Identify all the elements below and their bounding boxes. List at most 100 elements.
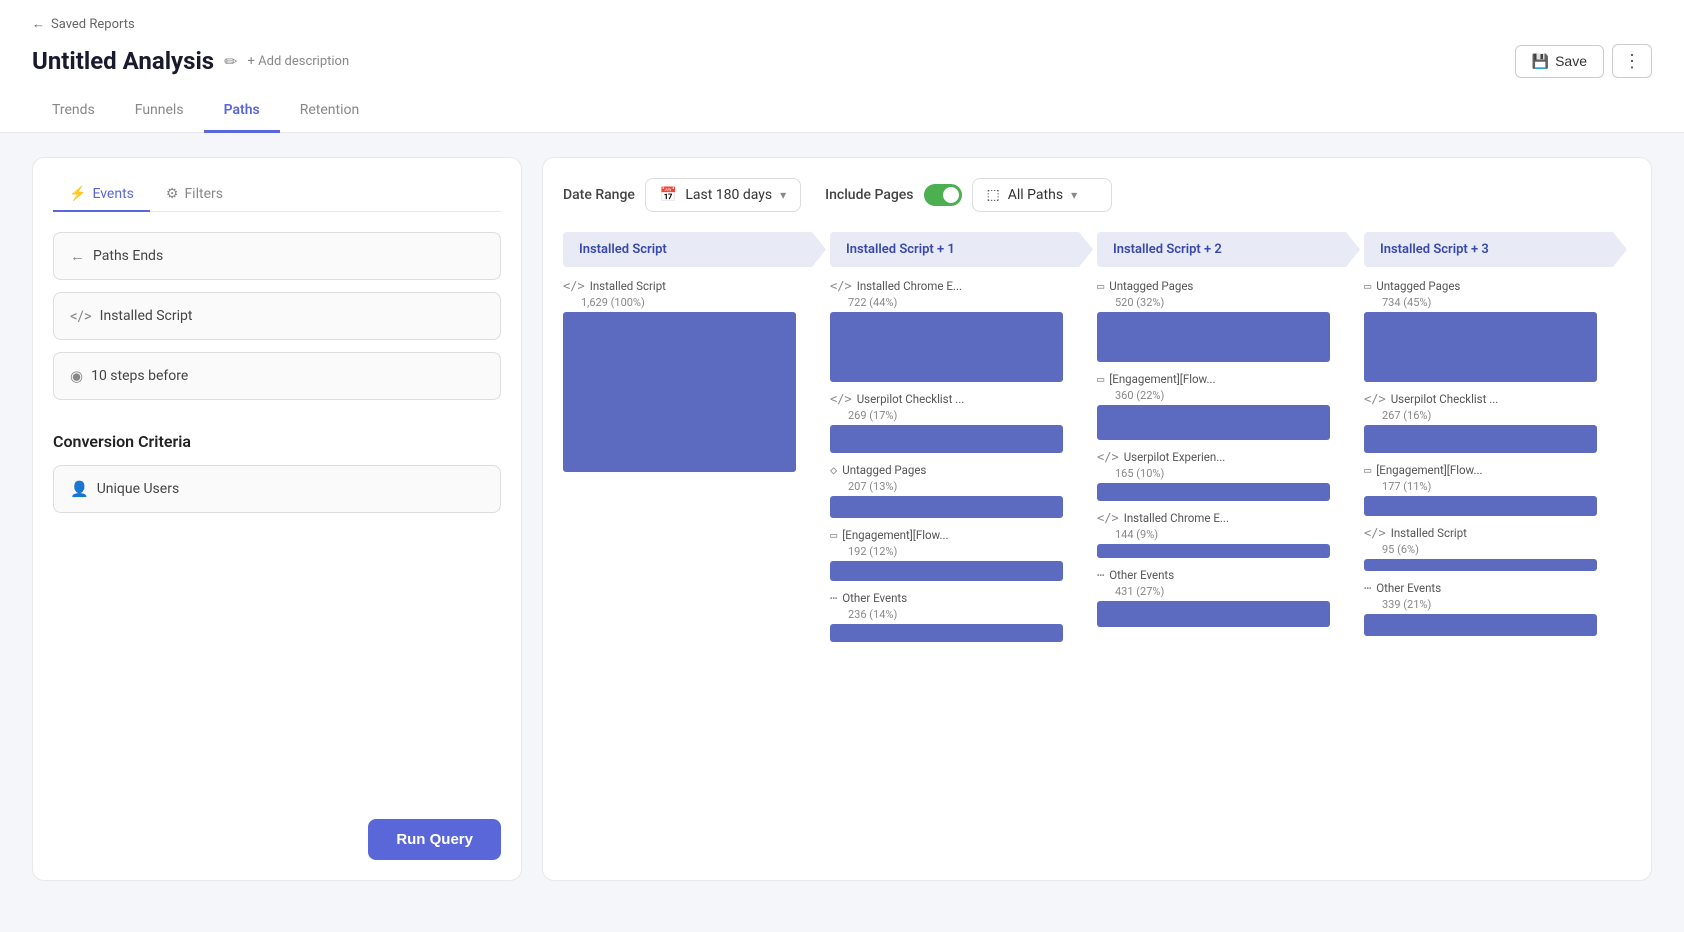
title-row: Untitled Analysis ✏ + Add description 💾 … (32, 36, 1652, 90)
all-paths-dropdown[interactable]: ⬚ All Paths ▾ (972, 178, 1112, 212)
back-link[interactable]: ← Saved Reports (32, 0, 1652, 36)
tab-retention[interactable]: Retention (280, 90, 380, 133)
node-stats-1-0: 722 (44%) (830, 296, 1089, 309)
node-bar-2-4 (1097, 601, 1330, 627)
node-icon-2-1: ▭ (1097, 372, 1104, 386)
run-btn-row: Run Query (53, 799, 501, 860)
paths-chevron-icon: ▾ (1071, 188, 1077, 202)
tab-funnels[interactable]: Funnels (115, 90, 204, 133)
top-bar: ← Saved Reports Untitled Analysis ✏ + Ad… (0, 0, 1684, 133)
steps-label: 10 steps before (91, 368, 188, 384)
node-bar-3-2 (1364, 496, 1597, 516)
paths-ends-icon: ← (70, 247, 85, 265)
installed-script-label: Installed Script (100, 308, 193, 324)
node-label-2-4: Other Events (1109, 568, 1174, 582)
node-stats-1-4: 236 (14%) (830, 608, 1089, 621)
node-entry-3-2: ▭[Engagement][Flow...177 (11%) (1364, 463, 1631, 516)
col-header-2: Installed Script + 2 (1097, 232, 1360, 267)
node-label-1-4: Other Events (842, 591, 907, 605)
save-button[interactable]: 💾 Save (1515, 45, 1604, 78)
title-left: Untitled Analysis ✏ + Add description (32, 47, 349, 75)
node-entry-1-2: ◇ Untagged Pages 207 (13%) (830, 463, 1097, 518)
right-panel: Date Range 📅 Last 180 days ▾ Include Pag… (542, 157, 1652, 881)
node-label-2-3: Installed Chrome E... (1124, 511, 1229, 525)
node-entry-3-1: </>Userpilot Checklist ...267 (16%) (1364, 392, 1631, 453)
node-stats-1-1: 269 (17%) (830, 409, 1089, 422)
node-label-3-3: Installed Script (1391, 526, 1467, 540)
node-stats-1-2: 207 (13%) (830, 480, 1089, 493)
node-bar-0-0 (563, 312, 796, 472)
node-icon-1-2: ◇ (830, 463, 837, 477)
more-options-button[interactable]: ⋮ (1612, 44, 1652, 78)
node-label-2-0: Untagged Pages (1109, 279, 1193, 293)
include-pages-group: Include Pages ⬚ All Paths ▾ (825, 178, 1111, 212)
edit-icon[interactable]: ✏ (224, 52, 237, 71)
node-bar-1-2 (830, 496, 1063, 518)
node-entry-1-1: </>Userpilot Checklist ...269 (17%) (830, 392, 1097, 453)
node-label-2-1: [Engagement][Flow... (1109, 372, 1215, 386)
node-stats-3-1: 267 (16%) (1364, 409, 1623, 422)
unique-users-label: Unique Users (97, 481, 179, 497)
paths-ends-item[interactable]: ← Paths Ends (53, 232, 501, 280)
include-pages-toggle[interactable] (924, 184, 962, 206)
node-label-3-4: Other Events (1376, 581, 1441, 595)
path-column-2: Installed Script + 2 ▭ Untagged Pages 520 (… (1097, 232, 1364, 652)
node-entry-2-3: </> Installed Chrome E... 144 (9%) (1097, 511, 1364, 558)
node-icon-1-4: ⋯ (830, 591, 837, 605)
run-query-button[interactable]: Run Query (368, 819, 501, 860)
date-range-dropdown[interactable]: 📅 Last 180 days ▾ (645, 178, 801, 212)
node-icon-3-0: ▭ (1364, 279, 1371, 293)
node-stats-2-0: 520 (32%) (1097, 296, 1356, 309)
node-label-1-2: Untagged Pages (842, 463, 926, 477)
steps-before-item[interactable]: ◉ 10 steps before (53, 352, 501, 400)
all-paths-value: All Paths (1008, 187, 1063, 203)
main-content: ⚡ Events ⚙ Filters ← Paths Ends </> Inst… (0, 133, 1684, 905)
node-entry-1-4: ⋯ Other Events 236 (14%) (830, 591, 1097, 642)
filters-icon: ⚙ (166, 186, 179, 202)
node-stats-2-1: 360 (22%) (1097, 389, 1356, 402)
node-stats-2-3: 144 (9%) (1097, 528, 1356, 541)
unique-users-item[interactable]: 👤 Unique Users (53, 465, 501, 513)
panel-tabs: ⚡ Events ⚙ Filters (53, 178, 501, 212)
node-icon-1-0: </> (830, 279, 852, 293)
col-header-3: Installed Script + 3 (1364, 232, 1627, 267)
node-stats-1-3: 192 (12%) (830, 545, 1089, 558)
node-entry-2-4: ⋯Other Events431 (27%) (1097, 568, 1364, 627)
node-bar-2-2 (1097, 483, 1330, 501)
node-stats-2-2: 165 (10%) (1097, 467, 1356, 480)
date-chevron-icon: ▾ (780, 188, 786, 202)
save-label: Save (1555, 53, 1587, 69)
node-stats-3-3: 95 (6%) (1364, 543, 1623, 556)
node-entry-3-4: ⋯Other Events339 (21%) (1364, 581, 1631, 636)
node-entry-2-2: </>Userpilot Experien...165 (10%) (1097, 450, 1364, 501)
node-entry-3-3: </>Installed Script95 (6%) (1364, 526, 1631, 571)
path-column-3: Installed Script + 3 ▭Untagged Pages734 (… (1364, 232, 1631, 652)
tab-trends[interactable]: Trends (32, 90, 115, 133)
node-icon-3-4: ⋯ (1364, 581, 1371, 595)
include-pages-label: Include Pages (825, 187, 913, 203)
node-bar-1-3 (830, 561, 1063, 581)
paths-icon: ⬚ (987, 187, 1000, 203)
node-bar-2-1 (1097, 405, 1330, 440)
node-label-3-2: [Engagement][Flow... (1376, 463, 1482, 477)
node-icon-3-2: ▭ (1364, 463, 1371, 477)
installed-script-item[interactable]: </> Installed Script (53, 292, 501, 340)
date-range-label: Date Range (563, 187, 635, 203)
node-bar-2-0 (1097, 312, 1330, 362)
node-entry-2-1: ▭ [Engagement][Flow... 360 (22%) (1097, 372, 1364, 440)
panel-tab-events[interactable]: ⚡ Events (53, 178, 150, 212)
node-icon-2-3: </> (1097, 511, 1119, 525)
path-column-1: Installed Script + 1</>Installed Chrome … (830, 232, 1097, 652)
node-entry-3-0: ▭Untagged Pages734 (45%) (1364, 279, 1631, 382)
add-description-button[interactable]: + Add description (248, 54, 350, 69)
back-arrow-icon: ← (32, 16, 45, 32)
node-icon-2-2: </> (1097, 450, 1119, 464)
tab-paths[interactable]: Paths (204, 90, 280, 133)
node-icon-0-0: </> (563, 279, 585, 293)
node-icon-2-0: ▭ (1097, 279, 1104, 293)
node-stats-3-0: 734 (45%) (1364, 296, 1623, 309)
node-stats-0-0: 1,629 (100%) (563, 296, 822, 309)
conversion-title: Conversion Criteria (53, 432, 501, 451)
panel-tab-filters[interactable]: ⚙ Filters (150, 178, 239, 212)
node-icon-2-4: ⋯ (1097, 568, 1104, 582)
